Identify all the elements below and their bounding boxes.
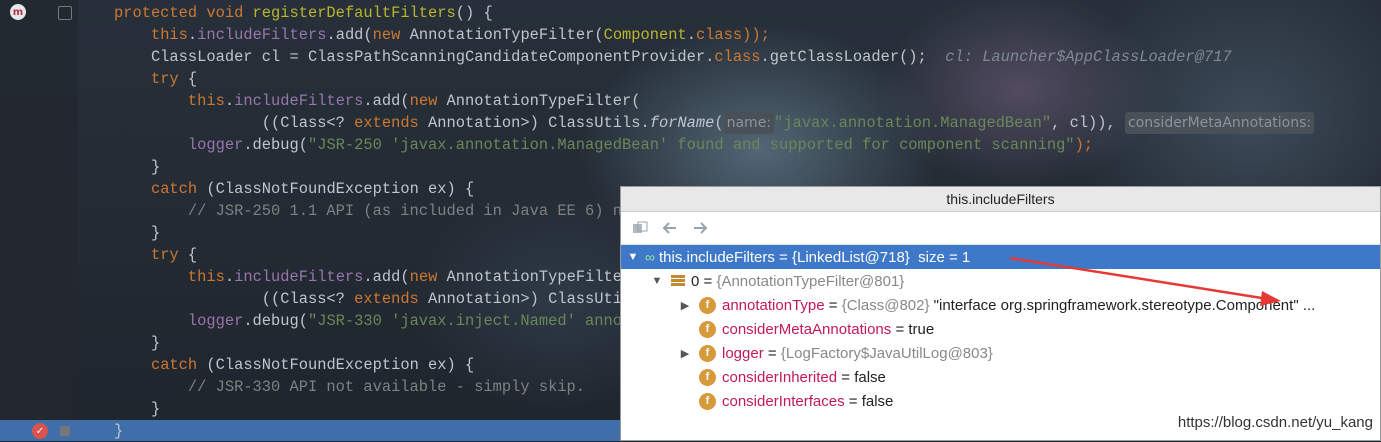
watermark-url: https://blog.csdn.net/yu_kang: [1177, 414, 1373, 431]
annotation-arrow: [1009, 256, 1281, 306]
